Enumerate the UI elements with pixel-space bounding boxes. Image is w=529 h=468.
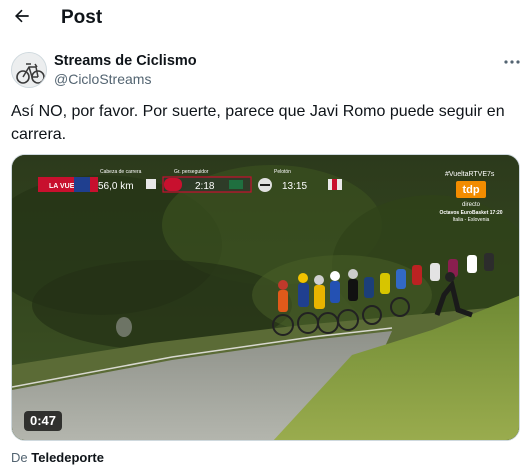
label-chase: Gr. perseguidor bbox=[174, 169, 209, 175]
label-peloton: Pelotón bbox=[274, 169, 291, 175]
hashtag: #VueltaRTVE7s bbox=[445, 171, 495, 178]
gap-peloton: 13:15 bbox=[282, 181, 307, 192]
arrow-left-icon bbox=[12, 6, 32, 31]
avatar[interactable] bbox=[11, 52, 47, 88]
video-frame: LA VUELTA Cabeza de carrera 56,0 km Gr. … bbox=[12, 155, 519, 440]
author-handle[interactable]: @CicloStreams bbox=[54, 71, 151, 87]
promo-line-1: Octavos EuroBasket 17:20 bbox=[439, 210, 502, 216]
channel-logo: tdp bbox=[462, 184, 479, 196]
video-source: De Teledeporte bbox=[11, 450, 104, 465]
distance: 56,0 km bbox=[98, 181, 134, 192]
more-options-button[interactable] bbox=[500, 51, 524, 71]
source-name-link[interactable]: Teledeporte bbox=[31, 450, 104, 465]
bicycle-icon bbox=[12, 53, 46, 87]
back-button[interactable] bbox=[8, 4, 36, 32]
video-duration-badge: 0:47 bbox=[24, 411, 63, 431]
author-name[interactable]: Streams de Ciclismo bbox=[54, 53, 197, 69]
tweet-text: Así NO, por favor. Por suerte, parece qu… bbox=[11, 103, 505, 143]
gap-chase: 2:18 bbox=[195, 181, 215, 192]
source-prefix: De bbox=[11, 450, 28, 465]
page-title: Post bbox=[61, 7, 103, 28]
more-dots-icon bbox=[503, 52, 521, 70]
promo-line-2: Italia - Eslovenia bbox=[453, 217, 490, 223]
video-player[interactable]: LA VUELTA Cabeza de carrera 56,0 km Gr. … bbox=[11, 154, 520, 441]
label-head: Cabeza de carrera bbox=[100, 169, 142, 175]
channel-sub: directo bbox=[462, 202, 481, 208]
post-header: Post bbox=[0, 0, 529, 36]
